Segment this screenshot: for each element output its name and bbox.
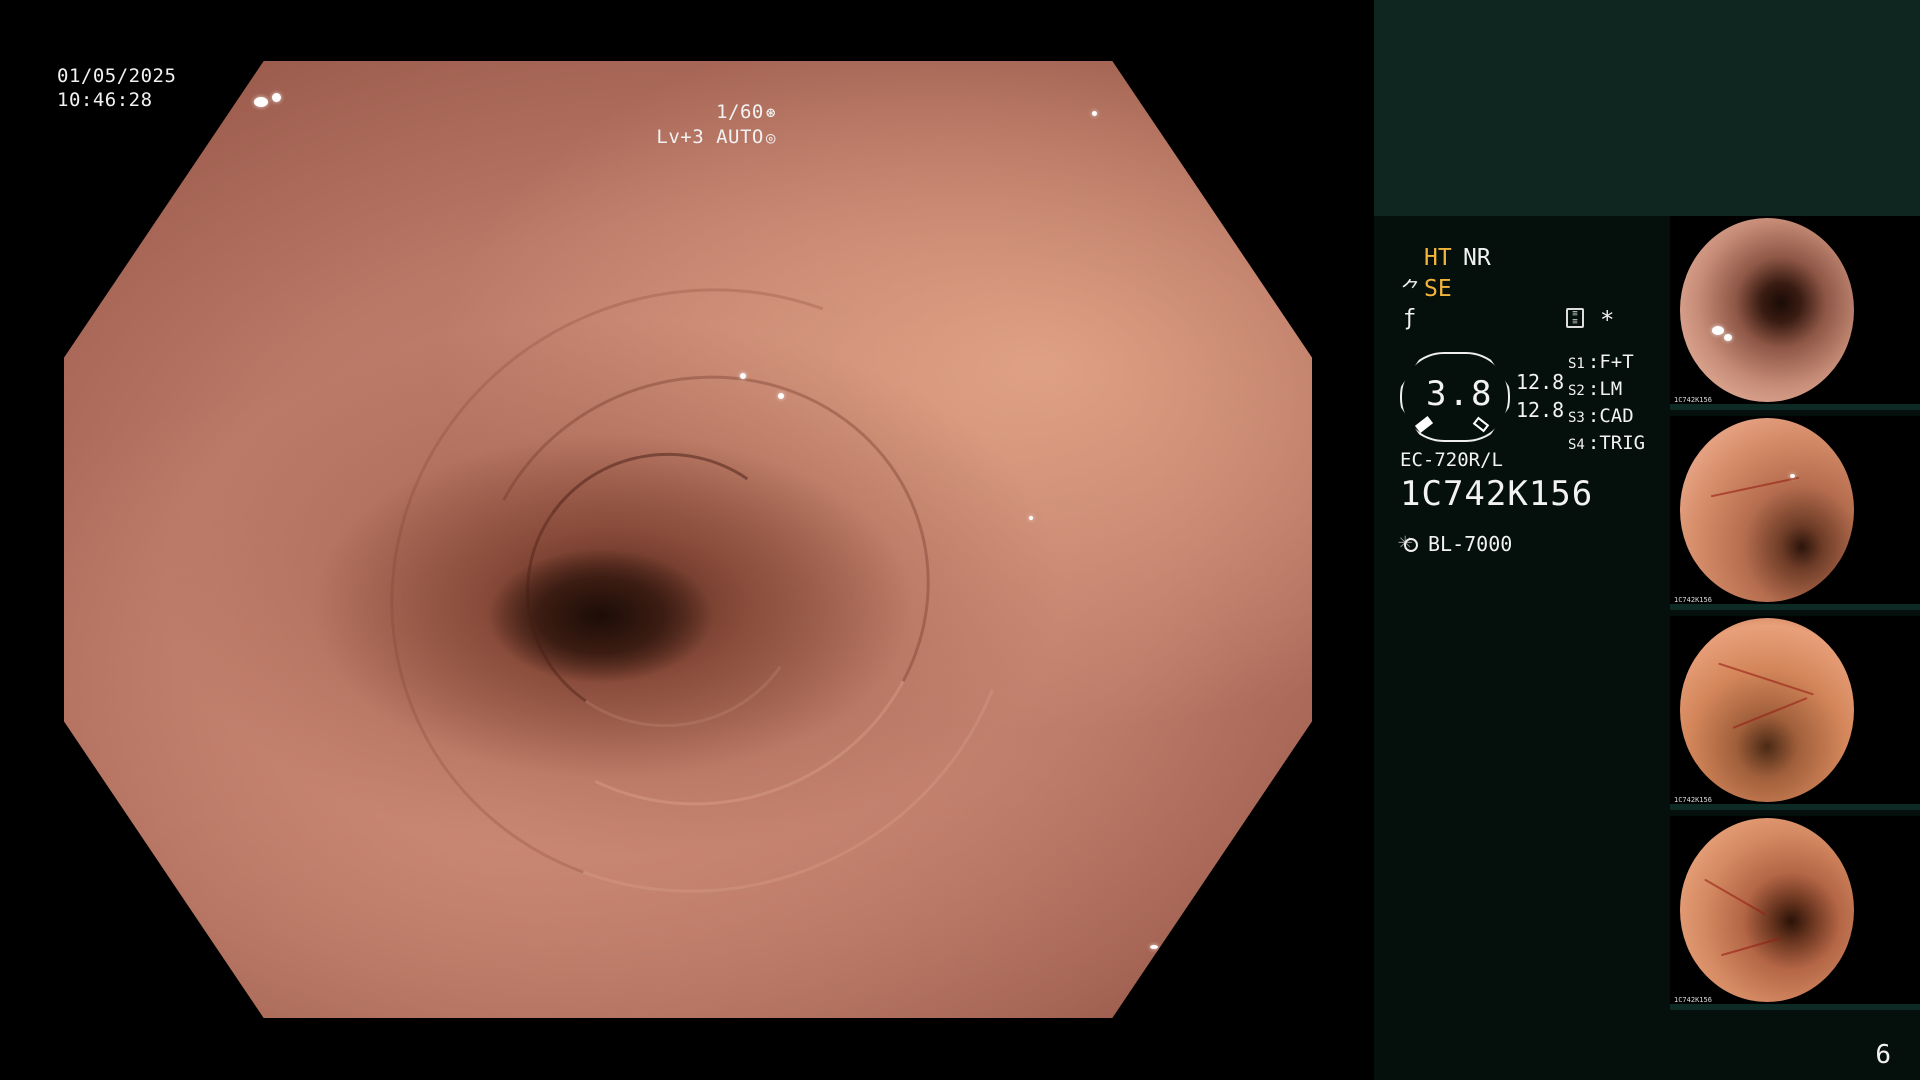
captured-thumbnail-3[interactable]: 1C742K156	[1670, 616, 1920, 810]
switch-slot-1: S1:F+T	[1568, 351, 1634, 373]
thumbnail-serial: 1C742K156	[1674, 796, 1712, 804]
thumbnail-serial: 1C742K156	[1674, 596, 1712, 604]
status-panel: HT NR ⺈ SE ƒ ≡ ≡ * 3.8 12.8 12.8 S1:F+T S…	[1374, 0, 1920, 1080]
time-text: 10:46:28	[57, 89, 153, 111]
nr-indicator: NR	[1463, 245, 1491, 271]
specular-highlight	[1150, 945, 1158, 949]
panel-header-area	[1374, 0, 1920, 216]
thumbnail-image	[1680, 218, 1854, 402]
scope-model: EC-720R/L	[1400, 449, 1503, 471]
switch-slot-4: S4:TRIG	[1568, 432, 1646, 454]
thumbnail-footer-bar	[1670, 404, 1920, 410]
datetime-readout: 01/05/2025 10:46:28	[57, 64, 176, 112]
scope-serial: 1C742K156	[1400, 474, 1594, 514]
ht-indicator: HT	[1424, 245, 1452, 271]
specular-highlight	[1724, 334, 1732, 341]
asterisk-marker: *	[1600, 306, 1615, 334]
specular-highlight	[1790, 474, 1795, 478]
gauge-value: 3.8	[1426, 374, 1494, 414]
captured-thumbnail-1[interactable]: 1C742K156	[1670, 216, 1920, 410]
switch-slot-2: S2:LM	[1568, 378, 1623, 400]
auto-exposure-icon: ◎	[765, 128, 776, 147]
thumbnail-image	[1680, 818, 1854, 1002]
specular-highlight	[1029, 516, 1033, 520]
switch-assignments: S1:F+T S2:LM S3:CAD S4:TRIG	[1568, 350, 1645, 458]
thumbnail-image	[1680, 618, 1854, 802]
readout-value-top: 12.8	[1516, 370, 1565, 394]
specular-highlight	[778, 393, 784, 399]
aperture-icon: ⊛	[765, 103, 776, 122]
endoscopic-image	[64, 61, 1312, 1018]
mode-text: AUTO	[716, 126, 764, 148]
date-text: 01/05/2025	[57, 65, 177, 87]
switch-slot-3: S3:CAD	[1568, 405, 1634, 427]
captured-thumbnail-4[interactable]: 1C742K156	[1670, 816, 1920, 1010]
captured-image-strip: 1C742K156 1C742K156 1C742K156 1C742K156	[1670, 216, 1920, 1016]
shutter-text: 1/60	[716, 101, 764, 123]
specular-highlight	[254, 97, 268, 107]
light-source-text: BL-7000	[1428, 532, 1513, 556]
thumbnail-image	[1680, 418, 1854, 602]
enhance-icon: ⺈	[1401, 277, 1421, 301]
se-indicator: SE	[1424, 276, 1452, 302]
endoscopy-stage: 01/05/2025 10:46:28 1/60 ⊛ Lv+3 AUTO ◎	[0, 0, 1374, 1080]
light-source: BL-7000	[1398, 527, 1513, 556]
exposure-readout: 1/60 ⊛ Lv+3 AUTO ◎	[656, 100, 776, 150]
captured-thumbnail-2[interactable]: 1C742K156	[1670, 416, 1920, 610]
readout-value-bottom: 12.8	[1516, 398, 1565, 422]
specular-highlight	[272, 93, 281, 102]
thumbnail-footer-bar	[1670, 1004, 1920, 1010]
thumbnail-footer-bar	[1670, 604, 1920, 610]
structure-icon: ≡ ≡	[1566, 308, 1584, 328]
light-source-icon	[1398, 527, 1420, 555]
level-text: Lv+3	[656, 126, 705, 148]
function-icon: ƒ	[1403, 306, 1417, 331]
specular-highlight	[1712, 326, 1724, 335]
thumbnail-serial: 1C742K156	[1674, 996, 1712, 1004]
thumbnail-serial: 1C742K156	[1674, 396, 1712, 404]
page-number: 6	[1875, 1040, 1891, 1070]
thumbnail-footer-bar	[1670, 804, 1920, 810]
specular-highlight	[1092, 111, 1097, 116]
specular-highlight	[740, 373, 746, 379]
